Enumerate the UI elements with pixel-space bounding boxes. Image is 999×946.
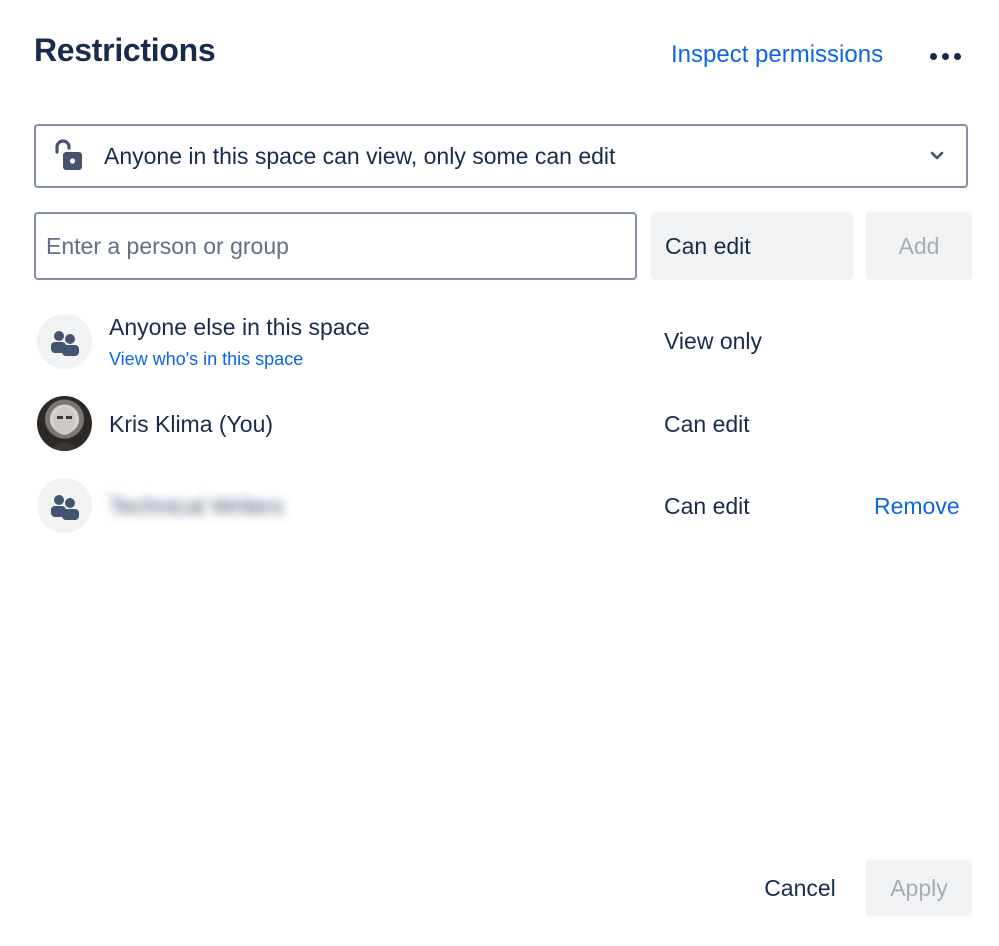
permission-select[interactable]: Can edit: [651, 212, 853, 280]
more-horizontal-icon: [929, 52, 937, 60]
unlock-icon: [55, 139, 82, 170]
entry-permission: Can edit: [664, 493, 750, 519]
entry-name: Technical Writers: [109, 493, 284, 519]
group-icon: [50, 494, 79, 520]
cancel-button[interactable]: Cancel: [744, 860, 856, 916]
restrictions-dialog: Restrictions Inspect permissions Anyone …: [0, 0, 999, 946]
list-item: Technical Writers Can edit Remove: [0, 477, 999, 537]
user-avatar: [37, 396, 92, 451]
user-photo: [49, 407, 80, 451]
dialog-title: Restrictions: [34, 32, 216, 68]
more-actions-button[interactable]: [924, 40, 966, 72]
restriction-level-select[interactable]: Anyone in this space can view, only some…: [34, 124, 968, 188]
group-icon: [50, 330, 79, 356]
chevron-down-icon: [930, 151, 944, 160]
person-or-group-input[interactable]: [34, 212, 637, 280]
restriction-level-value: Anyone in this space can view, only some…: [104, 142, 616, 169]
group-avatar: [37, 314, 92, 369]
entry-name: Kris Klima (You): [109, 411, 274, 437]
entry-name: Anyone else in this space: [109, 314, 370, 340]
entry-permission: Can edit: [664, 411, 750, 437]
list-item: Kris Klima (You) Can edit: [0, 396, 999, 456]
inspect-permissions-link[interactable]: Inspect permissions: [671, 41, 883, 69]
list-item: Anyone else in this space View who's in …: [0, 312, 999, 372]
group-avatar: [37, 478, 92, 533]
add-button[interactable]: Add: [866, 212, 972, 280]
view-space-members-link[interactable]: View who's in this space: [109, 349, 303, 370]
entry-permission: View only: [664, 328, 763, 354]
remove-button[interactable]: Remove: [874, 493, 960, 520]
apply-button[interactable]: Apply: [866, 860, 972, 916]
